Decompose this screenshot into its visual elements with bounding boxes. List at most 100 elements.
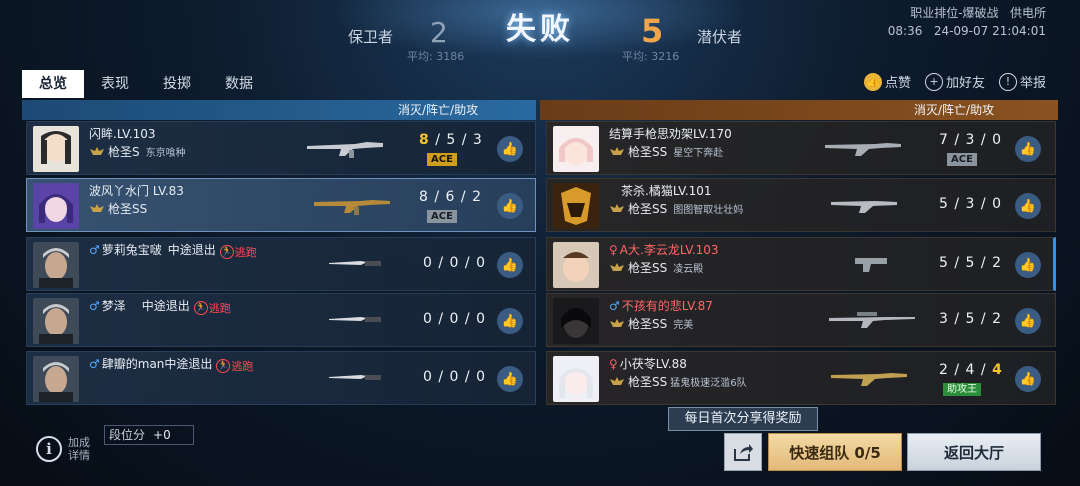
- female-icon: ♀: [609, 357, 618, 371]
- deaths: 6: [445, 189, 456, 205]
- weapon-sniper-icon: [829, 312, 915, 328]
- team-left-score: 2: [430, 16, 448, 49]
- left-player-row[interactable]: 闪眸.LV.103 枪圣S 东京喰种 8 / 5 / 3 ACE 👍: [26, 121, 536, 175]
- like-player-button[interactable]: 👍: [1015, 136, 1041, 162]
- player-title: 东京喰种: [145, 148, 186, 159]
- player-avatar: [33, 183, 79, 229]
- kills: 8: [419, 189, 429, 205]
- quit-status: 中途退出: [164, 357, 213, 371]
- report-action[interactable]: ! 举报: [998, 72, 1052, 91]
- player-rank: 枪圣SS: [89, 200, 147, 217]
- match-duration: 08:36: [887, 24, 923, 38]
- thumbs-up-icon: 👍: [863, 72, 882, 91]
- player-name[interactable]: 结算手枪思劝架LV.170: [609, 125, 732, 142]
- tab-performance[interactable]: 表现: [84, 70, 146, 98]
- knife-icon: [329, 261, 381, 266]
- like-player-button[interactable]: 👍: [497, 308, 523, 334]
- like-player-button[interactable]: 👍: [1015, 252, 1041, 278]
- player-name[interactable]: A大.李云龙LV.103: [620, 243, 719, 257]
- like-player-button[interactable]: 👍: [1015, 193, 1041, 219]
- left-player-row[interactable]: ♂ 萝莉兔宝啵 中途退出 🏃 逃跑 0 / 0 / 0 👍: [26, 237, 536, 291]
- quit-status: 中途退出: [141, 299, 190, 313]
- info-icon: i: [36, 436, 62, 462]
- thumbs-up-icon: 👍: [501, 141, 519, 157]
- player-name[interactable]: 波风丫水门 LV.83: [89, 182, 184, 199]
- bonus-details[interactable]: i 加成详情: [36, 436, 96, 462]
- player-rank: 枪圣SS 星空下奔赴: [609, 143, 723, 160]
- player-name-line: ♂ 肆瓣的man中途退出 🏃 逃跑: [89, 355, 253, 374]
- like-player-button[interactable]: 👍: [497, 366, 523, 392]
- like-player-button[interactable]: 👍: [1015, 308, 1041, 334]
- running-icon: 🏃: [219, 245, 234, 259]
- team-right-score: 5: [641, 12, 664, 50]
- male-icon: ♂: [89, 299, 100, 313]
- assists: 2: [992, 311, 1003, 327]
- player-name[interactable]: 茶杀.橘猫LV.101: [621, 182, 712, 199]
- add-friend-action[interactable]: + 加好友: [924, 72, 991, 91]
- tab-data[interactable]: 数据: [208, 70, 270, 98]
- right-player-row[interactable]: 茶杀.橘猫LV.101 枪圣SS 图图智取壮壮妈 5 / 3 / 0 👍: [546, 178, 1056, 232]
- male-icon: ♂: [609, 299, 620, 313]
- player-kda: 0 / 0 / 0: [423, 255, 487, 271]
- player-name[interactable]: 萝莉兔宝啵: [102, 243, 162, 257]
- back-to-lobby-button[interactable]: 返回大厅: [907, 433, 1041, 471]
- assists: 2: [472, 189, 483, 205]
- running-icon: 🏃: [193, 301, 208, 315]
- like-action[interactable]: 👍 点赞: [863, 72, 917, 91]
- player-name[interactable]: 梦泽: [102, 299, 126, 313]
- player-name[interactable]: 闪眸.LV.103: [89, 125, 156, 142]
- like-player-button[interactable]: 👍: [497, 136, 523, 162]
- left-player-row[interactable]: ♂ 梦泽 中途退出 🏃 逃跑 0 / 0 / 0 👍: [26, 293, 536, 347]
- player-name[interactable]: 肆瓣的man: [102, 357, 165, 371]
- ace-badge: ACE: [427, 153, 457, 166]
- player-avatar: [553, 242, 599, 288]
- right-player-row[interactable]: ♂ 不孩有的悲LV.87 枪圣SS 完美 3 / 5 / 2 👍: [546, 293, 1056, 347]
- like-player-button[interactable]: 👍: [497, 193, 523, 219]
- kills: 0: [423, 255, 433, 271]
- assists: 0: [992, 196, 1003, 212]
- player-rank: 枪圣SS 猛鬼极速泛滥6队: [609, 373, 747, 390]
- add-friend-icon: +: [924, 72, 943, 91]
- quick-team-button[interactable]: 快速组队 0/5: [768, 433, 902, 471]
- ace-badge: ACE: [427, 210, 457, 223]
- tab-overview[interactable]: 总览: [22, 70, 84, 98]
- player-name[interactable]: 不孩有的悲LV.87: [622, 299, 713, 313]
- team-right-name: 潜伏者: [697, 28, 743, 46]
- escape-tag: 🏃 逃跑: [219, 244, 257, 260]
- player-kda: 3 / 5 / 2: [939, 311, 1003, 327]
- left-player-row[interactable]: ♂ 肆瓣的man中途退出 🏃 逃跑 0 / 0 / 0 👍: [26, 351, 536, 405]
- player-title: 图图智取壮壮妈: [673, 205, 744, 216]
- player-kda: 8 / 5 / 3: [419, 132, 483, 148]
- thumbs-up-icon: 👍: [501, 371, 519, 387]
- report-label: 举报: [1019, 76, 1046, 91]
- right-player-row[interactable]: ♀ A大.李云龙LV.103 枪圣SS 凌云殿 5 / 5 / 2 👍: [546, 237, 1056, 291]
- player-kda: 0 / 0 / 0: [423, 369, 487, 385]
- knife-icon: [329, 317, 381, 322]
- deaths: 5: [446, 132, 457, 148]
- escape-tag: 🏃 逃跑: [193, 300, 231, 316]
- weapon-rifle-icon: [831, 373, 907, 386]
- daily-share-tip: 每日首次分享得奖励: [668, 407, 818, 431]
- like-player-button[interactable]: 👍: [1015, 366, 1041, 392]
- rank-wings-icon: [90, 146, 104, 155]
- player-title: 凌云殿: [673, 264, 704, 275]
- thumbs-up-icon: 👍: [501, 257, 519, 273]
- like-player-button[interactable]: 👍: [497, 252, 523, 278]
- player-avatar: [553, 298, 599, 344]
- kills: 7: [939, 132, 949, 148]
- tab-throwables[interactable]: 投掷: [146, 70, 208, 98]
- male-icon: ♂: [89, 357, 100, 371]
- deaths: 0: [449, 369, 460, 385]
- thumbs-up-icon: 👍: [501, 198, 519, 214]
- right-player-row[interactable]: ♀ 小茯苓LV.88 枪圣SS 猛鬼极速泛滥6队 2 / 4 / 4 助攻王 👍: [546, 351, 1056, 405]
- assists: 0: [476, 369, 487, 385]
- assists: 0: [476, 311, 487, 327]
- escape-tag: 🏃 逃跑: [216, 358, 253, 374]
- player-name[interactable]: 小茯苓LV.88: [620, 357, 687, 371]
- right-player-row[interactable]: 结算手枪思劝架LV.170 枪圣SS 星空下奔赴 7 / 3 / 0 ACE 👍: [546, 121, 1056, 175]
- left-player-row-self[interactable]: 波风丫水门 LV.83 枪圣SS 8 / 6 / 2 ACE 👍: [26, 178, 536, 232]
- rank-points-value: +0: [153, 428, 171, 442]
- ace-badge: ACE: [947, 153, 977, 166]
- share-button[interactable]: [724, 433, 762, 471]
- escape-label: 逃跑: [231, 360, 254, 373]
